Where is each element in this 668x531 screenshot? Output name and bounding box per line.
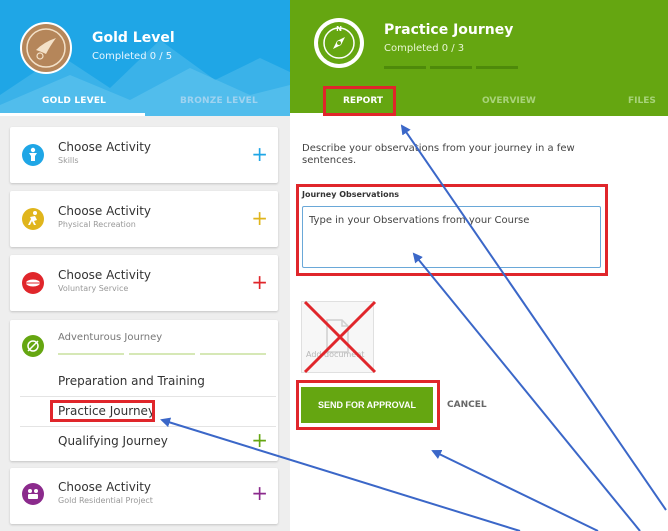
compass-icon: N [314,18,364,68]
journey-progress-text: Completed 0 / 3 [384,43,465,54]
journey-item-qualifying[interactable]: Qualifying Journey [58,434,168,448]
report-description: Describe your observations from your jou… [302,143,575,166]
tab-report[interactable]: REPORT [343,96,383,106]
residential-group-icon [22,483,44,505]
voluntary-lips-icon [22,272,44,294]
adventurous-title: Adventurous Journey [58,332,163,343]
level-header: Gold Level Completed 0 / 5 GOLD LEVEL BR… [0,0,290,116]
activity-card-physical[interactable]: Choose Activity Physical Recreation + [10,191,278,247]
adventurous-compass-icon [22,335,44,357]
add-residential-button[interactable]: + [251,483,268,503]
gold-bird-badge-icon [20,22,72,74]
progress-segment [430,66,472,69]
add-document-label: Add document [306,350,365,359]
add-physical-button[interactable]: + [251,208,268,228]
send-for-approval-button[interactable]: SEND FOR APPROVAL [301,387,433,423]
progress-segment [384,66,426,69]
activity-card-skills[interactable]: Choose Activity Skills + [10,127,278,183]
tab-files[interactable]: FILES [628,96,656,106]
journey-item-practice[interactable]: Practice Journey [58,404,155,418]
activity-title: Choose Activity [58,204,151,218]
observations-label: Journey Observations [302,190,400,199]
page-title: Practice Journey [384,22,514,38]
level-panel: Gold Level Completed 0 / 5 GOLD LEVEL BR… [0,0,290,531]
tab-overview[interactable]: OVERVIEW [482,96,536,106]
svg-text:N: N [336,25,342,33]
adventurous-journey-card: Adventurous Journey Preparation and Trai… [10,320,278,461]
tab-bronze-level[interactable]: BRONZE LEVEL [180,96,258,106]
active-tab-indicator [0,113,145,116]
divider [20,396,276,397]
progress-segment [58,353,124,355]
activity-title: Choose Activity [58,268,151,282]
activity-card-voluntary[interactable]: Choose Activity Voluntary Service + [10,255,278,311]
activity-subtitle: Physical Recreation [58,220,136,229]
observations-textarea[interactable]: Type in your Observations from your Cour… [302,206,601,268]
level-title: Gold Level [92,30,175,46]
activity-title: Choose Activity [58,140,151,154]
journey-item-preparation[interactable]: Preparation and Training [58,374,205,388]
add-journey-button[interactable]: + [251,430,268,450]
add-voluntary-button[interactable]: + [251,272,268,292]
document-icon [326,319,349,353]
skills-person-icon [22,144,44,166]
activity-subtitle: Voluntary Service [58,284,129,293]
physical-runner-icon [22,208,44,230]
level-progress: Completed 0 / 5 [92,51,173,62]
progress-segment [200,353,266,355]
activity-title: Choose Activity [58,480,151,494]
tab-gold-level[interactable]: GOLD LEVEL [42,96,106,106]
add-document-button[interactable] [301,301,374,373]
activity-subtitle: Gold Residential Project [58,496,153,505]
activity-subtitle: Skills [58,156,79,165]
add-skills-button[interactable]: + [251,144,268,164]
progress-segment [476,66,518,69]
progress-segment [129,353,195,355]
divider [20,426,276,427]
activity-card-residential[interactable]: Choose Activity Gold Residential Project… [10,468,278,524]
cancel-button[interactable]: CANCEL [447,400,487,410]
